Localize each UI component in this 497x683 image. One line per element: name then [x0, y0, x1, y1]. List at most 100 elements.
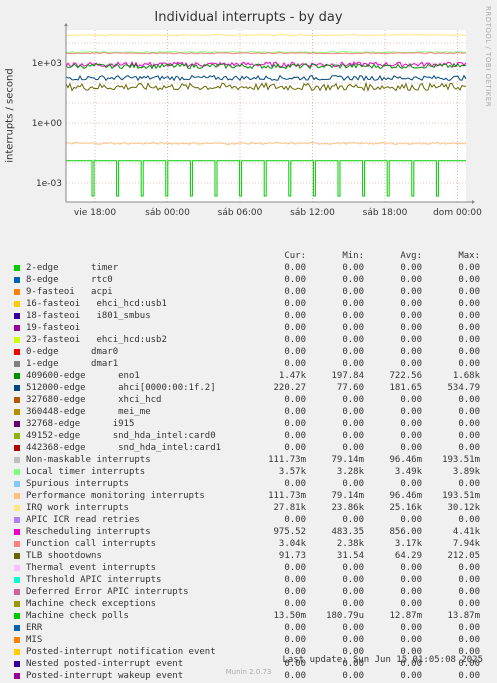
legend-column-header: Min:: [342, 251, 364, 261]
legend-avg-value: 0.00: [400, 323, 422, 333]
legend-swatch: [14, 277, 20, 283]
legend-max-value: 0.00: [458, 275, 480, 285]
legend-min-value: 79.14m: [331, 455, 364, 465]
legend-avg-value: 0.00: [400, 587, 422, 597]
legend-row: Function call interrupts 3.04k 2.38k 3.17k 7…: [14, 539, 497, 551]
legend-row: Thermal event interrupts 0.00 0.00 0.00 0.00: [14, 563, 497, 575]
legend-cur-value: 0.00: [284, 443, 306, 453]
legend-row: Machine check polls 13.50m 180.79u 12.87m 13…: [14, 611, 497, 623]
legend-label: TLB shootdowns: [26, 551, 102, 561]
legend-min-value: 0.00: [342, 635, 364, 645]
legend-swatch: [14, 457, 20, 463]
legend-max-value: 0.00: [458, 575, 480, 585]
legend-row: Rescheduling interrupts 975.52 483.35 856.0…: [14, 527, 497, 539]
legend-row: Threshold APIC interrupts 0.00 0.00 0.00 0.0…: [14, 575, 497, 587]
legend-max-value: 0.00: [458, 635, 480, 645]
legend-avg-value: 0.00: [400, 335, 422, 345]
legend-label: IRQ work interrupts: [26, 503, 129, 513]
legend-row: Spurious interrupts 0.00 0.00 0.00 0.00: [14, 479, 497, 491]
legend-label: Local timer interrupts: [26, 467, 146, 477]
legend-row: 442368-edge snd_hda_intel:card1 0.00 0.00 0…: [14, 443, 497, 455]
legend-avg-value: 0.00: [400, 515, 422, 525]
legend-row: Local timer interrupts 3.57k 3.28k 3.49k 3.8…: [14, 467, 497, 479]
legend-cur-value: 0.00: [284, 287, 306, 297]
legend-swatch: [14, 565, 20, 571]
legend-min-value: 0.00: [342, 563, 364, 573]
legend-max-value: 4.41k: [452, 527, 480, 537]
legend-label: 442368-edge snd_hda_intel:card1: [26, 443, 222, 453]
legend-max-value: 1.68k: [452, 371, 480, 381]
legend-min-value: 77.60: [336, 383, 364, 393]
legend-label: Rescheduling interrupts: [26, 527, 151, 537]
legend-cur-value: 0.00: [284, 515, 306, 525]
legend-label: 49152-edge snd_hda_intel:card0: [26, 431, 216, 441]
legend-row: Non-maskable interrupts 111.73m 79.14m 96.4…: [14, 455, 497, 467]
legend-row: IRQ work interrupts 27.81k 23.86k 25.16k 30.…: [14, 503, 497, 515]
legend-cur-value: 0.00: [284, 323, 306, 333]
legend-cur-value: 0.00: [284, 311, 306, 321]
legend-label: 9-fasteoi acpi: [26, 287, 113, 297]
legend-max-value: 193.51m: [442, 491, 480, 501]
legend-cur-value: 0.00: [284, 575, 306, 585]
legend-max-value: 0.00: [458, 407, 480, 417]
legend-row: TLB shootdowns 91.73 31.54 64.29 212.05: [14, 551, 497, 563]
legend-label: 19-fasteoi: [26, 323, 81, 333]
legend-cur-value: 0.00: [284, 431, 306, 441]
legend-row: 18-fasteoi i801_smbus 0.00 0.00 0.00 0.00: [14, 311, 497, 323]
legend-avg-value: 0.00: [400, 395, 422, 405]
legend-swatch: [14, 325, 20, 331]
legend-label: 32768-edge i915: [26, 419, 135, 429]
legend-row: Machine check exceptions 0.00 0.00 0.00 0.00: [14, 599, 497, 611]
legend-min-value: 0.00: [342, 575, 364, 585]
legend-cur-value: 91.73: [278, 551, 306, 561]
legend-max-value: 0.00: [458, 443, 480, 453]
legend-label: Deferred Error APIC interrupts: [26, 587, 189, 597]
legend-avg-value: 3.17k: [394, 539, 422, 549]
legend-max-value: 30.12k: [447, 503, 480, 513]
legend-max-value: 0.00: [458, 299, 480, 309]
legend-avg-value: 0.00: [400, 311, 422, 321]
legend-cur-value: 0.00: [284, 335, 306, 345]
legend-min-value: 0.00: [342, 263, 364, 273]
legend-avg-value: 0.00: [400, 599, 422, 609]
legend-label: 18-fasteoi i801_smbus: [26, 311, 151, 321]
legend-cur-value: 0.00: [284, 479, 306, 489]
legend-row: APIC ICR read retries 0.00 0.00 0.00 0.00: [14, 515, 497, 527]
legend-cur-value: 27.81k: [273, 503, 306, 513]
legend-cur-value: 0.00: [284, 359, 306, 369]
legend-avg-value: 0.00: [400, 431, 422, 441]
legend-min-value: 0.00: [342, 443, 364, 453]
legend-max-value: 0.00: [458, 623, 480, 633]
legend-max-value: 534.79: [447, 383, 480, 393]
legend-min-value: 31.54: [336, 551, 364, 561]
legend-max-value: 0.00: [458, 419, 480, 429]
legend-cur-value: 0.00: [284, 275, 306, 285]
legend-min-value: 0.00: [342, 335, 364, 345]
legend-min-value: 79.14m: [331, 491, 364, 501]
legend-cur-value: 975.52: [273, 527, 306, 537]
legend-swatch: [14, 553, 20, 559]
legend-label: Performance monitoring interrupts: [26, 491, 205, 501]
legend-avg-value: 3.49k: [394, 467, 422, 477]
legend-min-value: 0.00: [342, 587, 364, 597]
legend-max-value: 0.00: [458, 287, 480, 297]
legend-label: 512000-edge ahci[0000:00:1f.2]: [26, 383, 216, 393]
legend-label: Thermal event interrupts: [26, 563, 157, 573]
legend-label: 23-fasteoi ehci_hcd:usb2: [26, 335, 167, 345]
legend-max-value: 0.00: [458, 335, 480, 345]
legend-avg-value: 856.00: [389, 527, 422, 537]
legend-table: Cur: Min: Avg: Max: 2-edge timer 0.00 0.00 0.00…: [0, 0, 497, 683]
legend-min-value: 0.00: [342, 275, 364, 285]
legend-avg-value: 0.00: [400, 347, 422, 357]
legend-max-value: 193.51m: [442, 455, 480, 465]
legend-avg-value: 0.00: [400, 575, 422, 585]
legend-cur-value: 220.27: [273, 383, 306, 393]
legend-avg-value: 0.00: [400, 479, 422, 489]
legend-row: Performance monitoring interrupts 111.73m…: [14, 491, 497, 503]
legend-swatch: [14, 529, 20, 535]
legend-swatch: [14, 589, 20, 595]
legend-min-value: 0.00: [342, 407, 364, 417]
legend-swatch: [14, 601, 20, 607]
legend-label: ERR: [26, 623, 43, 633]
legend-min-value: 197.84: [331, 371, 364, 381]
